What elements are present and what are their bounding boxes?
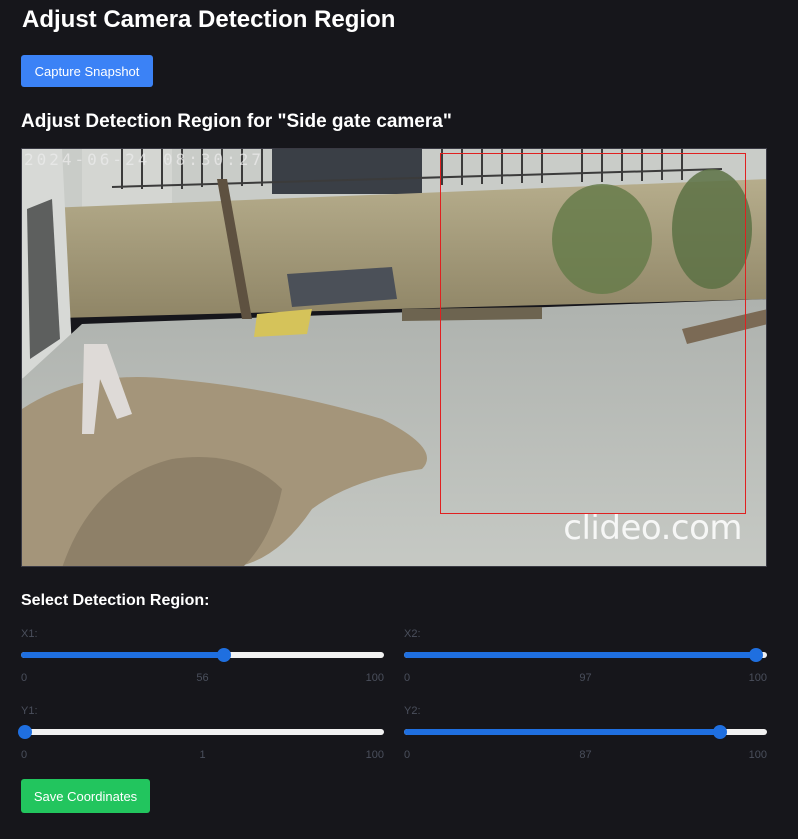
camera-snapshot: 2024-06-24 08:30:27 clideo.com xyxy=(21,148,767,567)
x2-value: 97 xyxy=(579,672,592,684)
y1-thumb[interactable] xyxy=(17,725,32,739)
x2-max: 100 xyxy=(748,672,767,684)
y2-thumb[interactable] xyxy=(712,725,727,739)
y1-min: 0 xyxy=(21,749,28,761)
y1-max: 100 xyxy=(365,749,384,761)
y1-slider[interactable]: Y1: 0 1 100 xyxy=(17,705,384,765)
camera-timestamp: 2024-06-24 08:30:27 xyxy=(24,150,265,169)
y1-track[interactable] xyxy=(17,725,384,739)
capture-snapshot-button[interactable]: Capture Snapshot xyxy=(21,55,153,87)
y2-label: Y2: xyxy=(404,705,421,717)
y2-max: 100 xyxy=(748,749,767,761)
save-coordinates-button[interactable]: Save Coordinates xyxy=(21,779,150,813)
x2-min: 0 xyxy=(404,672,411,684)
x2-fill xyxy=(404,652,757,658)
y1-value: 1 xyxy=(199,749,206,761)
x2-thumb[interactable] xyxy=(749,648,764,662)
y2-track[interactable] xyxy=(404,725,767,739)
x1-slider[interactable]: X1: 0 56 100 xyxy=(21,628,384,688)
y2-fill xyxy=(404,729,720,735)
x1-label: X1: xyxy=(21,628,38,640)
watermark: clideo.com xyxy=(563,508,742,548)
x1-track[interactable] xyxy=(21,648,384,662)
camera-heading: Adjust Detection Region for "Side gate c… xyxy=(21,111,452,132)
page-title: Adjust Camera Detection Region xyxy=(22,6,396,33)
detection-region-box xyxy=(439,153,746,514)
x2-label: X2: xyxy=(404,628,421,640)
x2-slider[interactable]: X2: 0 97 100 xyxy=(404,628,767,688)
x2-track[interactable] xyxy=(404,648,767,662)
y2-value: 87 xyxy=(579,749,592,761)
x1-max: 100 xyxy=(365,672,384,684)
x1-min: 0 xyxy=(21,672,28,684)
y2-slider[interactable]: Y2: 0 87 100 xyxy=(404,705,767,765)
region-form-heading: Select Detection Region: xyxy=(21,592,210,609)
y1-label: Y1: xyxy=(21,705,38,717)
x1-fill xyxy=(21,652,225,658)
x1-thumb[interactable] xyxy=(217,648,232,662)
y2-min: 0 xyxy=(404,749,411,761)
x1-value: 56 xyxy=(196,672,209,684)
